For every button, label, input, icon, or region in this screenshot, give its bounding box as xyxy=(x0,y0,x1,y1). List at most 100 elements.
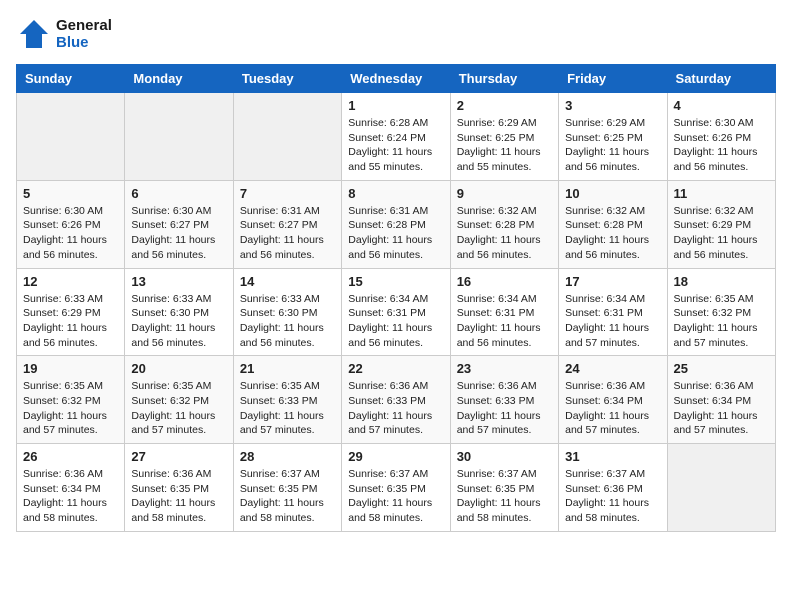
day-number: 27 xyxy=(131,449,226,464)
calendar-cell: 24Sunrise: 6:36 AMSunset: 6:34 PMDayligh… xyxy=(559,356,667,444)
day-number: 10 xyxy=(565,186,660,201)
calendar-cell xyxy=(233,93,341,181)
header-saturday: Saturday xyxy=(667,65,775,93)
day-info: Sunrise: 6:29 AMSunset: 6:25 PMDaylight:… xyxy=(565,116,660,175)
logo: GeneralBlue xyxy=(16,16,112,52)
calendar-cell: 4 Sunrise: 6:30 AMSunset: 6:26 PMDaylight… xyxy=(667,93,775,181)
day-info: Sunrise: 6:36 AMSunset: 6:34 PMDaylight:… xyxy=(23,467,118,526)
day-number: 26 xyxy=(23,449,118,464)
day-number: 12 xyxy=(23,274,118,289)
calendar-table: SundayMondayTuesdayWednesdayThursdayFrid… xyxy=(16,64,776,532)
logo-blue: Blue xyxy=(56,34,112,51)
day-number: 11 xyxy=(674,186,769,201)
calendar-week-3: 12 Sunrise: 6:33 AMSunset: 6:29 PMDayligh… xyxy=(17,268,776,356)
day-info: Sunrise: 6:31 AMSunset: 6:27 PMDaylight:… xyxy=(240,204,335,263)
day-number: 15 xyxy=(348,274,443,289)
day-info: Sunrise: 6:32 AMSunset: 6:28 PMDaylight:… xyxy=(565,204,660,263)
day-info: Sunrise: 6:32 AMSunset: 6:28 PMDaylight:… xyxy=(457,204,552,263)
day-info: Sunrise: 6:30 AMSunset: 6:27 PMDaylight:… xyxy=(131,204,226,263)
day-info: Sunrise: 6:34 AMSunset: 6:31 PMDaylight:… xyxy=(457,292,552,351)
calendar-cell: 9 Sunrise: 6:32 AMSunset: 6:28 PMDaylight… xyxy=(450,180,558,268)
calendar-cell: 19 Sunrise: 6:35 AMSunset: 6:32 PMDayligh… xyxy=(17,356,125,444)
day-info: Sunrise: 6:36 AMSunset: 6:34 PMDaylight:… xyxy=(674,379,769,438)
day-info: Sunrise: 6:37 AMSunset: 6:35 PMDaylight:… xyxy=(240,467,335,526)
header-monday: Monday xyxy=(125,65,233,93)
header-wednesday: Wednesday xyxy=(342,65,450,93)
day-number: 14 xyxy=(240,274,335,289)
calendar-cell: 10 Sunrise: 6:32 AMSunset: 6:28 PMDayligh… xyxy=(559,180,667,268)
day-number: 19 xyxy=(23,361,118,376)
day-info: Sunrise: 6:29 AMSunset: 6:25 PMDaylight:… xyxy=(457,116,552,175)
calendar-cell: 16 Sunrise: 6:34 AMSunset: 6:31 PMDayligh… xyxy=(450,268,558,356)
day-number: 6 xyxy=(131,186,226,201)
calendar-cell: 28 Sunrise: 6:37 AMSunset: 6:35 PMDayligh… xyxy=(233,444,341,532)
day-number: 20 xyxy=(131,361,226,376)
calendar-cell: 29Sunrise: 6:37 AMSunset: 6:35 PMDayligh… xyxy=(342,444,450,532)
day-number: 31 xyxy=(565,449,660,464)
day-number: 28 xyxy=(240,449,335,464)
calendar-cell xyxy=(125,93,233,181)
day-info: Sunrise: 6:30 AMSunset: 6:26 PMDaylight:… xyxy=(674,116,769,175)
calendar-week-1: 1 Sunrise: 6:28 AMSunset: 6:24 PMDaylight… xyxy=(17,93,776,181)
calendar-cell: 20 Sunrise: 6:35 AMSunset: 6:32 PMDayligh… xyxy=(125,356,233,444)
day-info: Sunrise: 6:33 AMSunset: 6:29 PMDaylight:… xyxy=(23,292,118,351)
day-info: Sunrise: 6:28 AMSunset: 6:24 PMDaylight:… xyxy=(348,116,443,175)
day-info: Sunrise: 6:36 AMSunset: 6:33 PMDaylight:… xyxy=(348,379,443,438)
calendar-cell: 26 Sunrise: 6:36 AMSunset: 6:34 PMDayligh… xyxy=(17,444,125,532)
calendar-week-4: 19 Sunrise: 6:35 AMSunset: 6:32 PMDayligh… xyxy=(17,356,776,444)
calendar-week-2: 5Sunrise: 6:30 AMSunset: 6:26 PMDaylight… xyxy=(17,180,776,268)
calendar-cell: 13Sunrise: 6:33 AMSunset: 6:30 PMDayligh… xyxy=(125,268,233,356)
day-number: 23 xyxy=(457,361,552,376)
day-info: Sunrise: 6:36 AMSunset: 6:35 PMDaylight:… xyxy=(131,467,226,526)
calendar-cell: 25 Sunrise: 6:36 AMSunset: 6:34 PMDayligh… xyxy=(667,356,775,444)
day-info: Sunrise: 6:37 AMSunset: 6:36 PMDaylight:… xyxy=(565,467,660,526)
day-number: 5 xyxy=(23,186,118,201)
day-number: 4 xyxy=(674,98,769,113)
day-number: 30 xyxy=(457,449,552,464)
calendar-cell: 30Sunrise: 6:37 AMSunset: 6:35 PMDayligh… xyxy=(450,444,558,532)
day-number: 9 xyxy=(457,186,552,201)
day-number: 25 xyxy=(674,361,769,376)
day-info: Sunrise: 6:32 AMSunset: 6:29 PMDaylight:… xyxy=(674,204,769,263)
calendar-cell: 1 Sunrise: 6:28 AMSunset: 6:24 PMDaylight… xyxy=(342,93,450,181)
day-number: 13 xyxy=(131,274,226,289)
header-friday: Friday xyxy=(559,65,667,93)
calendar-cell: 17Sunrise: 6:34 AMSunset: 6:31 PMDayligh… xyxy=(559,268,667,356)
calendar-cell: 22 Sunrise: 6:36 AMSunset: 6:33 PMDayligh… xyxy=(342,356,450,444)
calendar-body: 1 Sunrise: 6:28 AMSunset: 6:24 PMDaylight… xyxy=(17,93,776,532)
header-thursday: Thursday xyxy=(450,65,558,93)
day-number: 29 xyxy=(348,449,443,464)
calendar-cell: 27 Sunrise: 6:36 AMSunset: 6:35 PMDayligh… xyxy=(125,444,233,532)
day-number: 7 xyxy=(240,186,335,201)
day-number: 21 xyxy=(240,361,335,376)
day-info: Sunrise: 6:35 AMSunset: 6:33 PMDaylight:… xyxy=(240,379,335,438)
day-number: 2 xyxy=(457,98,552,113)
day-info: Sunrise: 6:31 AMSunset: 6:28 PMDaylight:… xyxy=(348,204,443,263)
day-number: 16 xyxy=(457,274,552,289)
page-header: GeneralBlue xyxy=(16,16,776,52)
calendar-cell: 7 Sunrise: 6:31 AMSunset: 6:27 PMDaylight… xyxy=(233,180,341,268)
calendar-cell: 15Sunrise: 6:34 AMSunset: 6:31 PMDayligh… xyxy=(342,268,450,356)
header-tuesday: Tuesday xyxy=(233,65,341,93)
calendar-cell: 18Sunrise: 6:35 AMSunset: 6:32 PMDayligh… xyxy=(667,268,775,356)
calendar-cell: 31 Sunrise: 6:37 AMSunset: 6:36 PMDayligh… xyxy=(559,444,667,532)
day-info: Sunrise: 6:35 AMSunset: 6:32 PMDaylight:… xyxy=(131,379,226,438)
day-info: Sunrise: 6:36 AMSunset: 6:33 PMDaylight:… xyxy=(457,379,552,438)
calendar-cell: 3Sunrise: 6:29 AMSunset: 6:25 PMDaylight… xyxy=(559,93,667,181)
calendar-cell xyxy=(667,444,775,532)
calendar-cell: 6 Sunrise: 6:30 AMSunset: 6:27 PMDaylight… xyxy=(125,180,233,268)
calendar-header-row: SundayMondayTuesdayWednesdayThursdayFrid… xyxy=(17,65,776,93)
day-info: Sunrise: 6:35 AMSunset: 6:32 PMDaylight:… xyxy=(23,379,118,438)
day-number: 22 xyxy=(348,361,443,376)
calendar-cell: 2 Sunrise: 6:29 AMSunset: 6:25 PMDaylight… xyxy=(450,93,558,181)
day-number: 8 xyxy=(348,186,443,201)
day-number: 18 xyxy=(674,274,769,289)
logo-general: General xyxy=(56,17,112,34)
logo-svg xyxy=(16,16,52,52)
day-number: 1 xyxy=(348,98,443,113)
day-info: Sunrise: 6:36 AMSunset: 6:34 PMDaylight:… xyxy=(565,379,660,438)
calendar-cell xyxy=(17,93,125,181)
day-number: 17 xyxy=(565,274,660,289)
calendar-cell: 5Sunrise: 6:30 AMSunset: 6:26 PMDaylight… xyxy=(17,180,125,268)
calendar-cell: 23 Sunrise: 6:36 AMSunset: 6:33 PMDayligh… xyxy=(450,356,558,444)
